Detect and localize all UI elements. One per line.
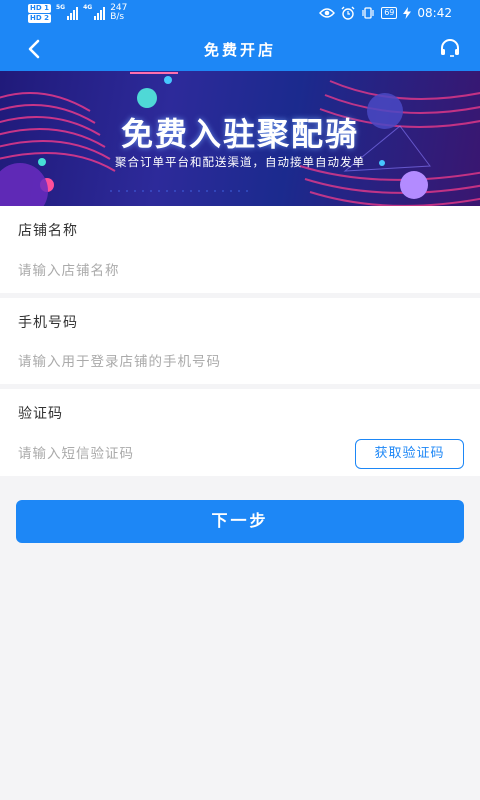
- net-primary-label: 5G: [55, 4, 66, 11]
- shop-name-label: 店铺名称: [18, 223, 78, 239]
- promo-banner: 免费入驻聚配骑 聚合订单平台和配送渠道，自动接单自动发单: [0, 71, 480, 206]
- hd-indicators: HD 1 HD 2: [28, 4, 51, 23]
- customer-service-button[interactable]: [438, 37, 462, 61]
- battery-icon: 69: [381, 7, 398, 19]
- code-section: 验证码 获取验证码: [0, 389, 480, 476]
- signal-4g-icon: 4G: [83, 4, 106, 20]
- net-secondary-label: 4G: [83, 4, 93, 11]
- code-input[interactable]: [18, 440, 318, 468]
- network-speed: 247 B/s: [110, 4, 127, 22]
- vibrate-icon: [362, 7, 374, 19]
- get-code-button[interactable]: 获取验证码: [355, 439, 464, 469]
- hd1-badge: HD 1: [28, 4, 51, 13]
- banner-subtitle: 聚合订单平台和配送渠道，自动接单自动发单: [115, 155, 365, 169]
- shop-name-input[interactable]: [18, 257, 338, 285]
- clock: 08:42: [417, 6, 452, 20]
- shop-name-section: 店铺名称: [0, 206, 480, 293]
- signal-5g-icon: 5G: [55, 4, 79, 20]
- nav-bar: 免费开店: [0, 27, 480, 71]
- hd2-badge: HD 2: [28, 14, 51, 23]
- banner-title: 免费入驻聚配骑: [120, 115, 359, 153]
- alarm-icon: [341, 6, 355, 20]
- phone-label: 手机号码: [18, 315, 78, 331]
- status-bar: HD 1 HD 2 5G 4G 247 B/s 69 08:42: [0, 0, 480, 27]
- next-step-button[interactable]: 下一步: [16, 500, 464, 543]
- code-label: 验证码: [18, 406, 63, 422]
- page-title: 免费开店: [203, 41, 276, 59]
- app-header: HD 1 HD 2 5G 4G 247 B/s 69 08:42 免费开店: [0, 0, 480, 71]
- status-bar-right: 69 08:42: [319, 6, 452, 20]
- eye-icon: [319, 8, 336, 18]
- customer-service-icon: [441, 39, 459, 57]
- charging-icon: [403, 7, 412, 19]
- phone-input[interactable]: [18, 348, 338, 376]
- phone-section: 手机号码: [0, 298, 480, 384]
- speed-unit: B/s: [110, 12, 125, 22]
- status-bar-left: HD 1 HD 2 5G 4G 247 B/s: [28, 4, 127, 23]
